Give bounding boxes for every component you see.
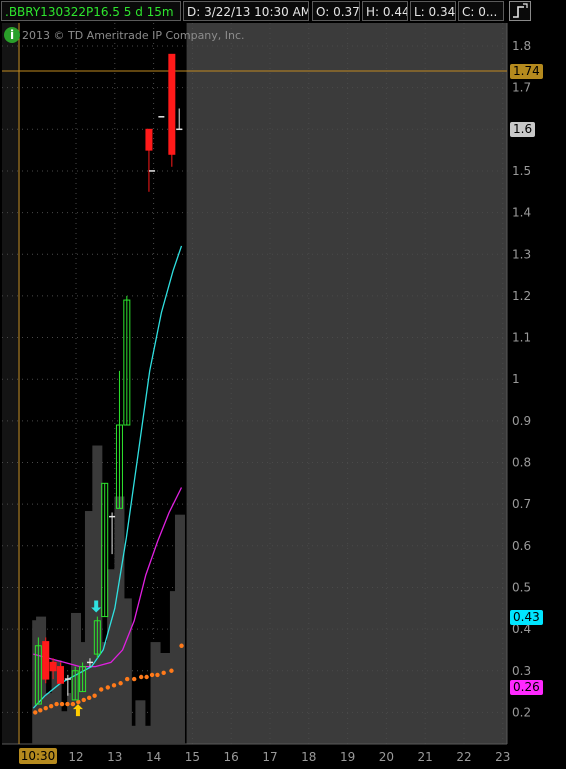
indicator-dot bbox=[132, 676, 137, 682]
indicator-dot bbox=[149, 672, 155, 678]
candle-body bbox=[56, 666, 64, 684]
y-tick-label: 1.1 bbox=[512, 331, 531, 345]
indicator-dot bbox=[33, 710, 38, 715]
y-tick-label: 1.2 bbox=[512, 289, 531, 303]
candle-body bbox=[168, 53, 176, 155]
indicator-dot bbox=[155, 672, 160, 678]
indicator-dot bbox=[76, 699, 81, 705]
x-tick-label: 17 bbox=[262, 750, 277, 764]
future-region bbox=[186, 23, 507, 744]
indicator-dot bbox=[59, 701, 65, 707]
copyright-text: 2013 © TD Ameritrade IP Company, Inc. bbox=[22, 29, 245, 42]
x-tick-label: 21 bbox=[418, 750, 433, 764]
y-tick-label: 0.7 bbox=[512, 497, 531, 511]
indicator-dot bbox=[65, 701, 70, 707]
x-tick-label: 13 bbox=[107, 750, 122, 764]
indicator-dot bbox=[38, 708, 43, 713]
x-tick-label: 20 bbox=[379, 750, 394, 764]
y-tick-label: 0.9 bbox=[512, 414, 531, 428]
indicator-dot bbox=[105, 685, 111, 690]
x-tick-label: 15 bbox=[185, 750, 200, 764]
indicator-dot bbox=[99, 687, 104, 692]
x-tick-label: 14 bbox=[146, 750, 161, 764]
x-tick-label: 22 bbox=[456, 750, 471, 764]
info-icon[interactable]: i bbox=[4, 27, 20, 43]
y-tick-label: 0.5 bbox=[512, 580, 531, 594]
y-tick-label: 1.4 bbox=[512, 206, 531, 220]
indicator-dot bbox=[169, 668, 174, 673]
volume-bar bbox=[150, 642, 161, 744]
y-tick-label: 1.7 bbox=[512, 81, 531, 95]
indicator-dot bbox=[81, 697, 86, 703]
price-badge: 1.74 bbox=[510, 63, 543, 79]
y-tick-label: 0.3 bbox=[512, 664, 531, 678]
price-badge: 1.6 bbox=[510, 122, 536, 138]
indicator-dot bbox=[161, 670, 166, 676]
candle-body bbox=[49, 661, 57, 672]
indicator-dot bbox=[70, 701, 76, 707]
indicator-dot bbox=[92, 693, 97, 698]
indicator-dot bbox=[118, 681, 123, 686]
indicator-dot bbox=[111, 683, 117, 688]
volume-bar bbox=[160, 653, 171, 744]
left-panel bbox=[2, 23, 20, 744]
x-tick-label: 18 bbox=[301, 750, 316, 764]
candle-body bbox=[42, 641, 50, 680]
indicator-dot bbox=[43, 706, 48, 711]
y-tick-label: 1.5 bbox=[512, 164, 531, 178]
x-tick-label: 19 bbox=[340, 750, 355, 764]
y-tick-label: 1.8 bbox=[512, 39, 531, 53]
x-tick-label: 16 bbox=[224, 750, 239, 764]
y-tick-label: 1 bbox=[512, 372, 520, 386]
price-badge: 0.43 bbox=[510, 609, 543, 625]
indicator-dot bbox=[54, 701, 59, 707]
indicator-dot bbox=[144, 674, 149, 680]
candle-body bbox=[145, 128, 153, 151]
y-tick-label: 0.6 bbox=[512, 539, 531, 553]
x-tick-label: 23 bbox=[495, 750, 510, 764]
volume-bar bbox=[174, 514, 185, 744]
indicator-dot bbox=[179, 643, 184, 648]
indicator-dot bbox=[138, 674, 144, 680]
indicator-dot bbox=[86, 695, 92, 701]
time-marker-badge: 10:30 bbox=[19, 748, 57, 764]
y-tick-label: 0.8 bbox=[512, 456, 531, 470]
price-badge: 0.26 bbox=[510, 680, 543, 696]
price-chart[interactable]: 0.20.30.40.50.60.70.80.911.11.21.31.41.5… bbox=[0, 0, 566, 769]
x-tick-label: 12 bbox=[68, 750, 83, 764]
volume-bar bbox=[121, 598, 132, 744]
copyright-notice: i 2013 © TD Ameritrade IP Company, Inc. bbox=[4, 27, 245, 45]
y-tick-label: 0.2 bbox=[512, 705, 531, 719]
indicator-dot bbox=[125, 676, 130, 682]
indicator-dot bbox=[48, 703, 54, 709]
y-tick-label: 1.3 bbox=[512, 247, 531, 261]
